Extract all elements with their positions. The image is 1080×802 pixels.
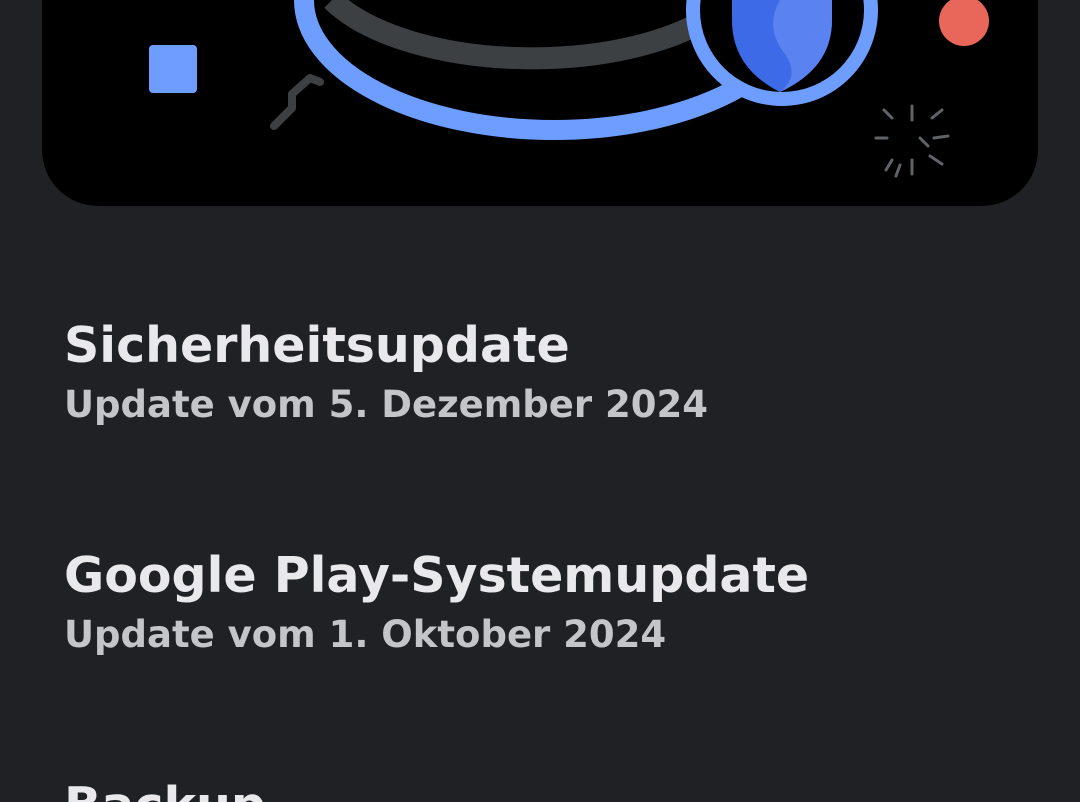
inner-ring-shape xyxy=(324,0,740,70)
squiggle-shape xyxy=(270,74,324,130)
security-illustration xyxy=(42,0,1038,206)
red-dot-shape xyxy=(939,0,989,46)
backup-title: Backup xyxy=(64,777,1024,802)
list-item-backup[interactable]: Backup xyxy=(64,777,1024,802)
google-play-update-title: Google Play-Systemupdate xyxy=(64,547,810,604)
security-update-date: Update vom 5. Dezember 2024 xyxy=(64,383,708,427)
illustration-graphic xyxy=(149,0,989,178)
list-item-security-update[interactable]: Sicherheitsupdate Update vom 5. Dezember… xyxy=(64,317,1024,427)
google-play-update-date: Update vom 1. Oktober 2024 xyxy=(64,613,667,657)
square-shape xyxy=(149,45,197,93)
sparkle-burst-icon xyxy=(874,104,950,178)
security-update-title: Sicherheitsupdate xyxy=(64,317,570,374)
list-item-google-play-system-update[interactable]: Google Play-Systemupdate Update vom 1. O… xyxy=(64,547,1024,657)
